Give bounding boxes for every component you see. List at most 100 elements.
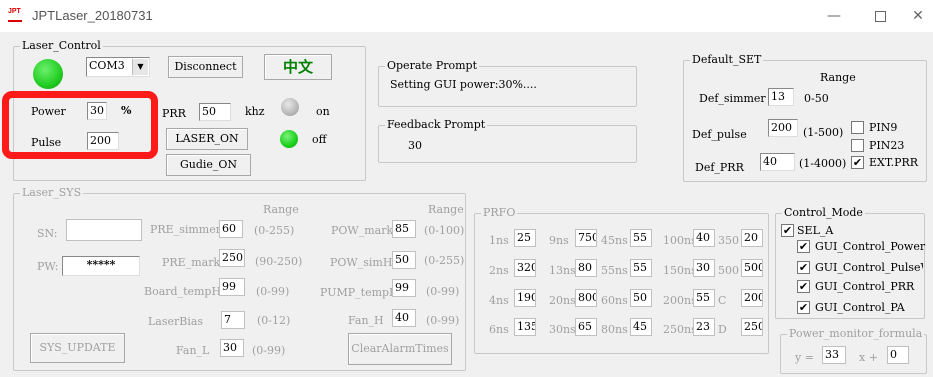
operate-prompt-text: Setting GUI power:30%....: [390, 78, 537, 91]
window-title: JPTLaser_20180731: [32, 8, 153, 23]
prfo-input-r2-c5[interactable]: 500: [741, 259, 763, 277]
prfo-label-r3-c4: 200ns: [663, 294, 697, 307]
pow-simh-label: POW_simH: [330, 256, 393, 269]
prfo-input-r4-c3[interactable]: 45: [630, 318, 652, 336]
off-status-led: [280, 130, 298, 148]
minimize-icon: —: [827, 8, 841, 24]
prfo-input-r3-c2[interactable]: 800: [575, 289, 597, 307]
fan-l-range: (0-99): [252, 344, 286, 357]
app-logo-text: JPT: [8, 8, 21, 15]
pow-mark-input[interactable]: 85: [392, 220, 416, 238]
gui-control-power-checkbox[interactable]: ✔: [797, 240, 810, 253]
prfo-input-r4-c4[interactable]: 23: [693, 318, 715, 336]
pump-temph-input[interactable]: 99: [392, 279, 416, 297]
sel-a-checkbox[interactable]: ✔: [781, 224, 794, 237]
prfo-input-r3-c1[interactable]: 190: [514, 289, 536, 307]
prfo-input-r1-c1[interactable]: 25: [514, 229, 536, 247]
language-button[interactable]: 中文: [264, 54, 332, 80]
off-label: off: [312, 133, 327, 146]
sel-a-label: SEL_A: [797, 224, 834, 237]
checkmark-icon: ✔: [798, 261, 809, 274]
minimize-button[interactable]: —: [814, 4, 854, 28]
pin23-checkbox[interactable]: [851, 139, 864, 152]
prfo-label-r1-c5: 350: [718, 234, 739, 247]
password-input[interactable]: *****: [62, 256, 140, 276]
prfo-label-r2-c1: 2ns: [489, 264, 509, 277]
laserbias-range: (0-12): [257, 314, 291, 327]
highlight-annotation: [2, 91, 158, 159]
prfo-input-r1-c4[interactable]: 40: [693, 229, 715, 247]
maximize-icon: [874, 10, 886, 22]
range-label-1: Range: [263, 203, 299, 216]
board-temph-label: Board_tempH: [144, 285, 222, 298]
prr-input[interactable]: 50: [199, 103, 231, 121]
fan-l-input[interactable]: 30: [220, 339, 244, 357]
prfo-input-r2-c1[interactable]: 320: [514, 259, 536, 277]
pin9-label: PIN9: [869, 121, 898, 134]
prfo-label-r1-c1: 1ns: [489, 234, 509, 247]
checkmark-icon: ✔: [798, 280, 809, 293]
prfo-input-r1-c5[interactable]: 20: [741, 229, 763, 247]
prfo-input-r1-c3[interactable]: 55: [630, 229, 652, 247]
def-prr-range: (1-4000): [799, 157, 847, 170]
ext-prr-checkbox[interactable]: ✔: [851, 156, 864, 169]
ext-prr-label: EXT.PRR: [869, 156, 919, 169]
def-simmer-range: 0-50: [804, 92, 829, 105]
formula-b-input[interactable]: 0: [887, 346, 909, 364]
prfo-label-r1-c2: 9ns: [549, 234, 569, 247]
laser-on-button[interactable]: LASER_ON: [166, 128, 248, 150]
sn-input[interactable]: [66, 219, 142, 241]
formula-a-input[interactable]: 33: [822, 346, 846, 364]
prfo-label-r2-c2: 13ns: [549, 264, 576, 277]
close-icon: ✕: [912, 8, 924, 24]
prfo-input-r4-c5[interactable]: 250: [741, 318, 763, 336]
prr-unit: khz: [245, 105, 265, 118]
pow-simh-input[interactable]: 50: [392, 251, 416, 269]
def-simmer-input[interactable]: 13: [768, 88, 794, 106]
clear-alarm-times-button[interactable]: ClearAlarmTimes: [348, 333, 452, 365]
gui-control-prr-checkbox[interactable]: ✔: [797, 280, 810, 293]
sn-label: SN:: [37, 227, 58, 240]
pin23-label: PIN23: [869, 139, 905, 152]
feedback-prompt-text: 30: [408, 139, 422, 152]
disconnect-button[interactable]: Disconnect: [168, 56, 243, 78]
prfo-input-r4-c1[interactable]: 135: [514, 318, 536, 336]
pin9-checkbox[interactable]: [851, 121, 864, 134]
prfo-label-r1-c3: 45ns: [601, 234, 628, 247]
pre-mark-range: (90-250): [255, 255, 303, 268]
laser-sys-label: Laser_SYS: [20, 186, 84, 200]
com-port-select[interactable]: COM3 ▼: [86, 57, 150, 77]
pre-simmer-input[interactable]: 60: [219, 220, 243, 238]
maximize-button[interactable]: [860, 4, 900, 28]
prfo-input-r3-c4[interactable]: 55: [693, 289, 715, 307]
gui-control-pulsewidth-label: GUI_Control_PulseWid: [815, 261, 923, 274]
board-temph-input[interactable]: 99: [219, 278, 245, 296]
prfo-input-r3-c5[interactable]: 200: [741, 289, 763, 307]
feedback-prompt-label: Feedback Prompt: [385, 118, 488, 132]
prfo-input-r2-c4[interactable]: 30: [693, 259, 715, 277]
prfo-input-r2-c3[interactable]: 55: [630, 259, 652, 277]
pw-label: PW:: [37, 260, 59, 273]
gui-control-pulsewidth-checkbox[interactable]: ✔: [797, 261, 810, 274]
pow-simh-range: (0-255): [424, 254, 465, 267]
prfo-input-r1-c2[interactable]: 750: [575, 229, 597, 247]
prfo-input-r2-c2[interactable]: 80: [575, 259, 597, 277]
chevron-down-icon[interactable]: ▼: [132, 59, 148, 75]
title-bar: JPT JPTLaser_20180731 — ✕: [0, 0, 933, 32]
com-port-value: COM3: [89, 59, 125, 72]
prfo-input-r4-c2[interactable]: 65: [575, 318, 597, 336]
prfo-input-r3-c3[interactable]: 50: [630, 289, 652, 307]
fan-h-input[interactable]: 40: [392, 309, 416, 327]
gui-control-pa-checkbox[interactable]: ✔: [797, 301, 810, 314]
prfo-label-r4-c3: 80ns: [601, 323, 628, 336]
def-pulse-input[interactable]: 200: [768, 119, 798, 137]
pre-mark-input[interactable]: 250: [219, 249, 245, 267]
fan-h-label: Fan_H: [348, 314, 384, 327]
prfo-label-r3-c3: 60ns: [601, 294, 628, 307]
sys-update-button[interactable]: SYS_UPDATE: [30, 333, 125, 363]
prfo-label-r3-c1: 4ns: [489, 294, 509, 307]
laserbias-input[interactable]: 7: [221, 311, 245, 329]
guide-on-button[interactable]: Gudie_ON: [166, 154, 251, 176]
def-prr-input[interactable]: 40: [760, 153, 795, 171]
close-button[interactable]: ✕: [898, 4, 933, 28]
